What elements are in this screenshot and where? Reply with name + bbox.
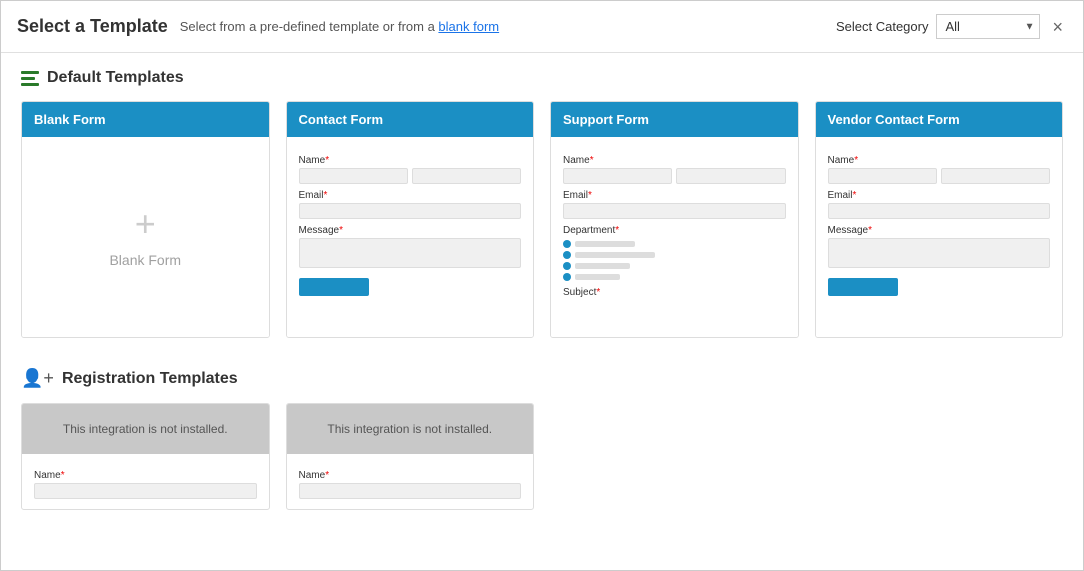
support-form-card[interactable]: Support Form Name* Email* Department* bbox=[550, 101, 799, 338]
modal-container: Select a Template Select from a pre-defi… bbox=[0, 0, 1084, 571]
contact-submit-btn bbox=[299, 278, 369, 296]
modal-body: Default Templates Blank Form + Blank For… bbox=[1, 53, 1083, 570]
category-select-wrapper[interactable]: All Default Registration bbox=[936, 14, 1040, 39]
contact-form-card-body: Name* Email* Message* bbox=[287, 137, 534, 337]
header-right: Select Category All Default Registration… bbox=[836, 14, 1067, 39]
vendor-email-label: Email* bbox=[828, 190, 1051, 201]
vendor-form-card-header: Vendor Contact Form bbox=[816, 102, 1063, 137]
default-templates-grid: Blank Form + Blank Form Contact Form Nam… bbox=[21, 101, 1063, 338]
vendor-message-label: Message* bbox=[828, 225, 1051, 236]
vendor-name-row bbox=[828, 168, 1051, 184]
radio-dot-4 bbox=[563, 273, 571, 281]
support-department-radio-list bbox=[563, 240, 786, 281]
registration-section-title: Registration Templates bbox=[62, 370, 238, 388]
support-name-last bbox=[676, 168, 785, 184]
subtitle-text: Select from a pre-defined template or fr… bbox=[180, 19, 439, 34]
blank-form-link[interactable]: blank form bbox=[438, 19, 499, 34]
support-radio-item-4 bbox=[563, 273, 786, 281]
registration-section-header: 👤+ Registration Templates bbox=[21, 368, 1063, 389]
contact-name-last bbox=[412, 168, 521, 184]
default-section-header: Default Templates bbox=[21, 69, 1063, 87]
integration-card-body-2: Name* bbox=[287, 454, 534, 509]
radio-line-1 bbox=[575, 241, 635, 247]
reg2-name-label: Name* bbox=[299, 470, 522, 481]
select-category-label: Select Category bbox=[836, 19, 929, 34]
person-add-icon: 👤+ bbox=[21, 368, 54, 389]
radio-dot-2 bbox=[563, 251, 571, 259]
registration-templates-grid: This integration is not installed. Name*… bbox=[21, 403, 1063, 510]
support-radio-item-2 bbox=[563, 251, 786, 259]
support-email-dropdown bbox=[563, 203, 786, 219]
reg1-name-label: Name* bbox=[34, 470, 257, 481]
reg2-name-input bbox=[299, 483, 522, 499]
support-name-row bbox=[563, 168, 786, 184]
support-name-first bbox=[563, 168, 672, 184]
contact-message-textarea bbox=[299, 238, 522, 268]
modal-title: Select a Template bbox=[17, 16, 168, 37]
vendor-submit-btn bbox=[828, 278, 898, 296]
hamburger-icon bbox=[21, 71, 39, 86]
vendor-form-card-body: Name* Email* Message* bbox=[816, 137, 1063, 337]
default-section-title: Default Templates bbox=[47, 69, 184, 87]
category-select[interactable]: All Default Registration bbox=[936, 14, 1040, 39]
support-radio-item-1 bbox=[563, 240, 786, 248]
contact-form-card[interactable]: Contact Form Name* Email* Message* bbox=[286, 101, 535, 338]
integration-card-2[interactable]: This integration is not installed. Name* bbox=[286, 403, 535, 510]
vendor-email-input bbox=[828, 203, 1051, 219]
plus-icon: + bbox=[135, 206, 156, 242]
vendor-name-first bbox=[828, 168, 937, 184]
radio-dot-1 bbox=[563, 240, 571, 248]
blank-form-card[interactable]: Blank Form + Blank Form bbox=[21, 101, 270, 338]
support-radio-item-3 bbox=[563, 262, 786, 270]
modal-header: Select a Template Select from a pre-defi… bbox=[1, 1, 1083, 53]
modal-subtitle: Select from a pre-defined template or fr… bbox=[180, 19, 499, 34]
reg1-name-input bbox=[34, 483, 257, 499]
contact-message-label: Message* bbox=[299, 225, 522, 236]
contact-name-row bbox=[299, 168, 522, 184]
radio-dot-3 bbox=[563, 262, 571, 270]
vendor-name-last bbox=[941, 168, 1050, 184]
contact-email-input bbox=[299, 203, 522, 219]
support-department-label: Department* bbox=[563, 225, 786, 236]
blank-form-label: Blank Form bbox=[109, 252, 181, 268]
contact-name-first bbox=[299, 168, 408, 184]
support-name-label: Name* bbox=[563, 155, 786, 166]
contact-form-card-header: Contact Form bbox=[287, 102, 534, 137]
integration-card-1[interactable]: This integration is not installed. Name* bbox=[21, 403, 270, 510]
contact-name-label: Name* bbox=[299, 155, 522, 166]
vendor-message-textarea bbox=[828, 238, 1051, 268]
radio-line-2 bbox=[575, 252, 655, 258]
contact-email-label: Email* bbox=[299, 190, 522, 201]
integration-card-body-1: Name* bbox=[22, 454, 269, 509]
blank-form-card-body: + Blank Form bbox=[22, 137, 269, 337]
blank-form-card-header: Blank Form bbox=[22, 102, 269, 137]
support-form-card-header: Support Form bbox=[551, 102, 798, 137]
radio-line-4 bbox=[575, 274, 620, 280]
support-form-card-body: Name* Email* Department* bbox=[551, 137, 798, 337]
support-email-label: Email* bbox=[563, 190, 786, 201]
support-subject-label: Subject* bbox=[563, 287, 786, 298]
radio-line-3 bbox=[575, 263, 630, 269]
integration-banner-2: This integration is not installed. bbox=[287, 404, 534, 454]
vendor-name-label: Name* bbox=[828, 155, 1051, 166]
close-button[interactable]: × bbox=[1048, 18, 1067, 36]
integration-banner-1: This integration is not installed. bbox=[22, 404, 269, 454]
vendor-form-card[interactable]: Vendor Contact Form Name* Email* Message… bbox=[815, 101, 1064, 338]
